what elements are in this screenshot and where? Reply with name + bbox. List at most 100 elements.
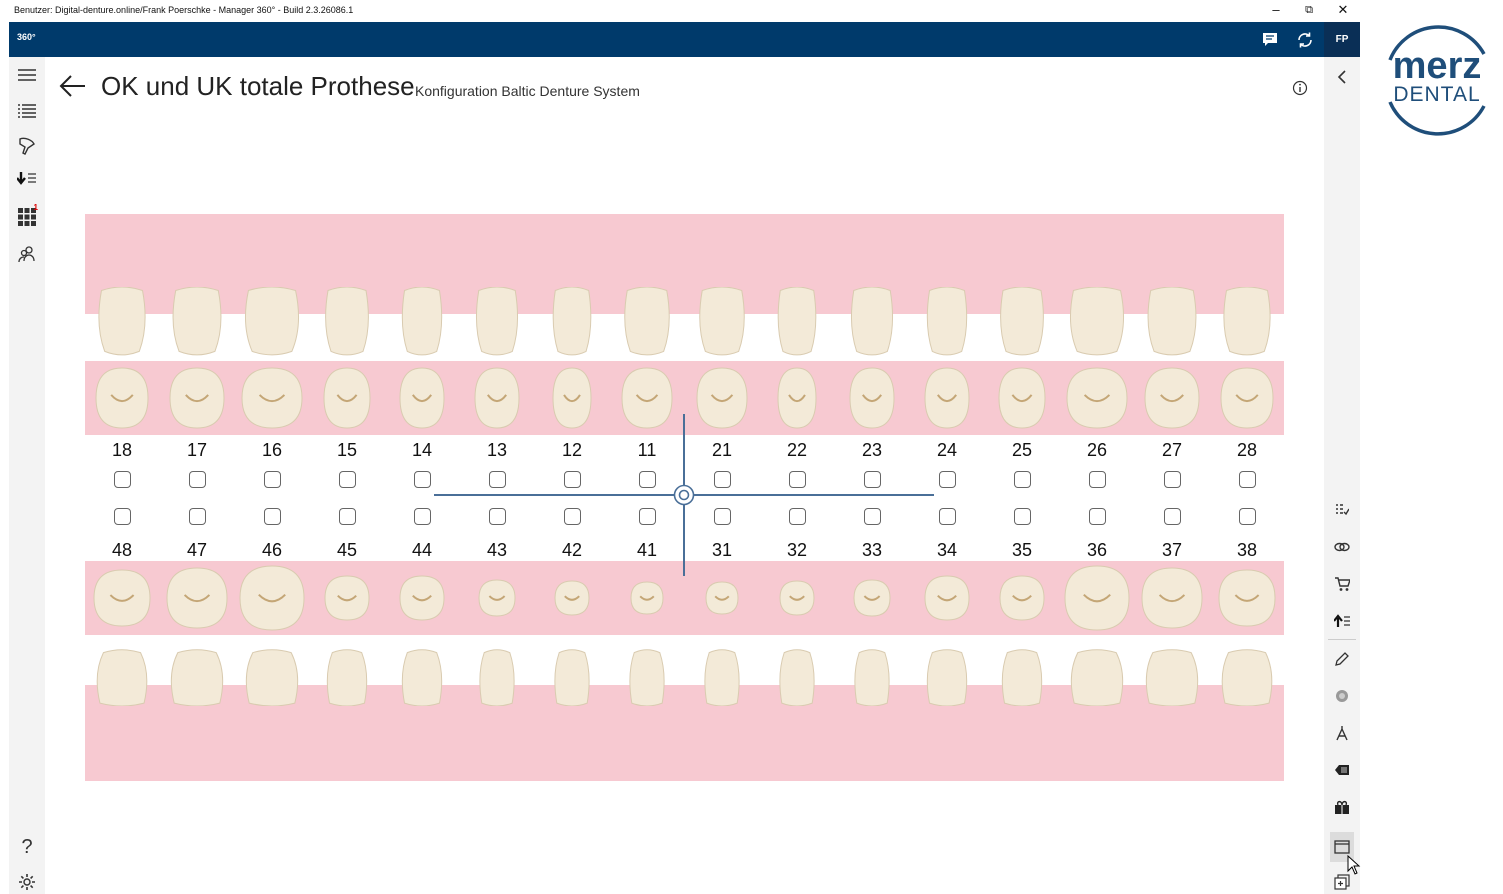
upper-tooth-occlusal-22[interactable]	[777, 367, 817, 429]
lower-tooth-occlusal-45[interactable]	[324, 575, 370, 621]
lower-tooth-occlusal-38[interactable]	[1218, 569, 1276, 627]
link-icon[interactable]	[1330, 535, 1354, 559]
lower-tooth-crown-47[interactable]	[167, 648, 227, 706]
upper-tooth-checkbox-28[interactable]	[1239, 471, 1256, 488]
upper-tooth-occlusal-13[interactable]	[474, 367, 520, 429]
upper-tooth-checkbox-22[interactable]	[789, 471, 806, 488]
lower-tooth-checkbox-37[interactable]	[1164, 508, 1181, 525]
help-icon[interactable]: ?	[15, 835, 39, 859]
lower-tooth-checkbox-38[interactable]	[1239, 508, 1256, 525]
lower-tooth-checkbox-32[interactable]	[789, 508, 806, 525]
upper-tooth-crown-23[interactable]	[848, 287, 896, 357]
upper-tooth-crown-25[interactable]	[997, 287, 1047, 357]
lower-tooth-occlusal-43[interactable]	[478, 579, 516, 617]
minimize-button[interactable]: –	[1261, 2, 1291, 18]
upper-tooth-occlusal-18[interactable]	[95, 367, 149, 429]
lower-tooth-checkbox-34[interactable]	[939, 508, 956, 525]
lower-tooth-checkbox-44[interactable]	[414, 508, 431, 525]
lower-tooth-checkbox-42[interactable]	[564, 508, 581, 525]
collapse-chevron-icon[interactable]	[1330, 65, 1354, 89]
lower-tooth-crown-37[interactable]	[1142, 648, 1202, 706]
upper-tooth-crown-24[interactable]	[924, 287, 970, 357]
upper-tooth-occlusal-12[interactable]	[552, 367, 592, 429]
list-icon[interactable]	[15, 99, 39, 123]
dental-brush-icon[interactable]	[15, 134, 39, 158]
user-avatar[interactable]: FP	[1324, 22, 1360, 57]
app-logo[interactable]: 360°	[17, 32, 36, 42]
lower-tooth-occlusal-35[interactable]	[999, 575, 1045, 621]
upload-list-icon[interactable]	[1330, 609, 1354, 633]
upper-tooth-checkbox-13[interactable]	[489, 471, 506, 488]
lower-tooth-crown-33[interactable]	[852, 648, 892, 706]
upper-tooth-occlusal-23[interactable]	[849, 367, 895, 429]
upper-tooth-occlusal-11[interactable]	[621, 367, 673, 429]
lower-tooth-occlusal-32[interactable]	[779, 580, 815, 616]
upper-tooth-crown-16[interactable]	[241, 287, 303, 357]
upper-tooth-checkbox-14[interactable]	[414, 471, 431, 488]
lower-tooth-occlusal-36[interactable]	[1064, 565, 1130, 631]
chat-icon[interactable]	[1259, 29, 1281, 51]
lower-tooth-crown-44[interactable]	[399, 648, 445, 706]
upper-tooth-checkbox-17[interactable]	[189, 471, 206, 488]
upper-tooth-occlusal-28[interactable]	[1220, 367, 1274, 429]
upper-tooth-occlusal-24[interactable]	[924, 367, 970, 429]
lower-tooth-occlusal-46[interactable]	[239, 565, 305, 631]
label-icon[interactable]	[1330, 758, 1354, 782]
upper-tooth-checkbox-27[interactable]	[1164, 471, 1181, 488]
upper-tooth-occlusal-15[interactable]	[323, 367, 371, 429]
upper-tooth-occlusal-25[interactable]	[998, 367, 1046, 429]
upper-tooth-occlusal-14[interactable]	[399, 367, 445, 429]
upper-tooth-checkbox-18[interactable]	[114, 471, 131, 488]
cart-icon[interactable]	[1330, 572, 1354, 596]
lower-tooth-checkbox-41[interactable]	[639, 508, 656, 525]
upper-tooth-crown-18[interactable]	[95, 287, 149, 357]
lower-tooth-checkbox-43[interactable]	[489, 508, 506, 525]
close-button[interactable]: ✕	[1328, 2, 1358, 18]
users-icon[interactable]	[15, 242, 39, 266]
lower-tooth-crown-36[interactable]	[1067, 648, 1127, 706]
lower-tooth-checkbox-45[interactable]	[339, 508, 356, 525]
hamburger-menu-icon[interactable]	[15, 63, 39, 87]
lower-tooth-checkbox-46[interactable]	[264, 508, 281, 525]
upper-tooth-checkbox-24[interactable]	[939, 471, 956, 488]
upper-tooth-crown-22[interactable]	[775, 287, 819, 357]
lower-tooth-occlusal-48[interactable]	[93, 569, 151, 627]
upper-tooth-crown-13[interactable]	[473, 287, 521, 357]
restore-button[interactable]: ⧉	[1294, 2, 1324, 18]
edit-pencil-icon[interactable]	[1330, 647, 1354, 671]
upper-tooth-checkbox-25[interactable]	[1014, 471, 1031, 488]
lower-tooth-occlusal-41[interactable]	[630, 581, 664, 615]
lower-tooth-crown-35[interactable]	[999, 648, 1045, 706]
lower-tooth-occlusal-37[interactable]	[1141, 567, 1203, 629]
lower-tooth-crown-34[interactable]	[924, 648, 970, 706]
lower-tooth-crown-41[interactable]	[627, 648, 667, 706]
upper-tooth-crown-28[interactable]	[1220, 287, 1274, 357]
lower-tooth-occlusal-33[interactable]	[853, 579, 891, 617]
lower-tooth-checkbox-31[interactable]	[714, 508, 731, 525]
upper-tooth-occlusal-17[interactable]	[169, 367, 225, 429]
lower-tooth-crown-46[interactable]	[242, 648, 302, 706]
back-arrow-icon[interactable]	[57, 70, 89, 102]
gift-icon[interactable]	[1330, 795, 1354, 819]
lower-tooth-checkbox-35[interactable]	[1014, 508, 1031, 525]
lower-tooth-checkbox-47[interactable]	[189, 508, 206, 525]
upper-tooth-occlusal-26[interactable]	[1066, 367, 1128, 429]
lower-tooth-occlusal-42[interactable]	[554, 580, 590, 616]
upper-tooth-checkbox-15[interactable]	[339, 471, 356, 488]
lower-tooth-crown-38[interactable]	[1218, 648, 1276, 706]
upper-tooth-crown-21[interactable]	[696, 287, 748, 357]
lower-tooth-occlusal-34[interactable]	[924, 575, 970, 621]
upper-tooth-crown-11[interactable]	[621, 287, 673, 357]
grid-apps-icon[interactable]: 1	[15, 203, 39, 229]
lower-tooth-crown-32[interactable]	[777, 648, 817, 706]
upper-tooth-checkbox-16[interactable]	[264, 471, 281, 488]
upper-tooth-crown-26[interactable]	[1066, 287, 1128, 357]
compass-icon[interactable]	[1330, 721, 1354, 745]
upper-tooth-occlusal-21[interactable]	[696, 367, 748, 429]
upper-tooth-crown-14[interactable]	[399, 287, 445, 357]
upper-tooth-checkbox-23[interactable]	[864, 471, 881, 488]
lower-tooth-crown-48[interactable]	[93, 648, 151, 706]
lower-tooth-checkbox-33[interactable]	[864, 508, 881, 525]
lower-tooth-occlusal-31[interactable]	[705, 581, 739, 615]
scan-icon[interactable]	[1330, 684, 1354, 708]
